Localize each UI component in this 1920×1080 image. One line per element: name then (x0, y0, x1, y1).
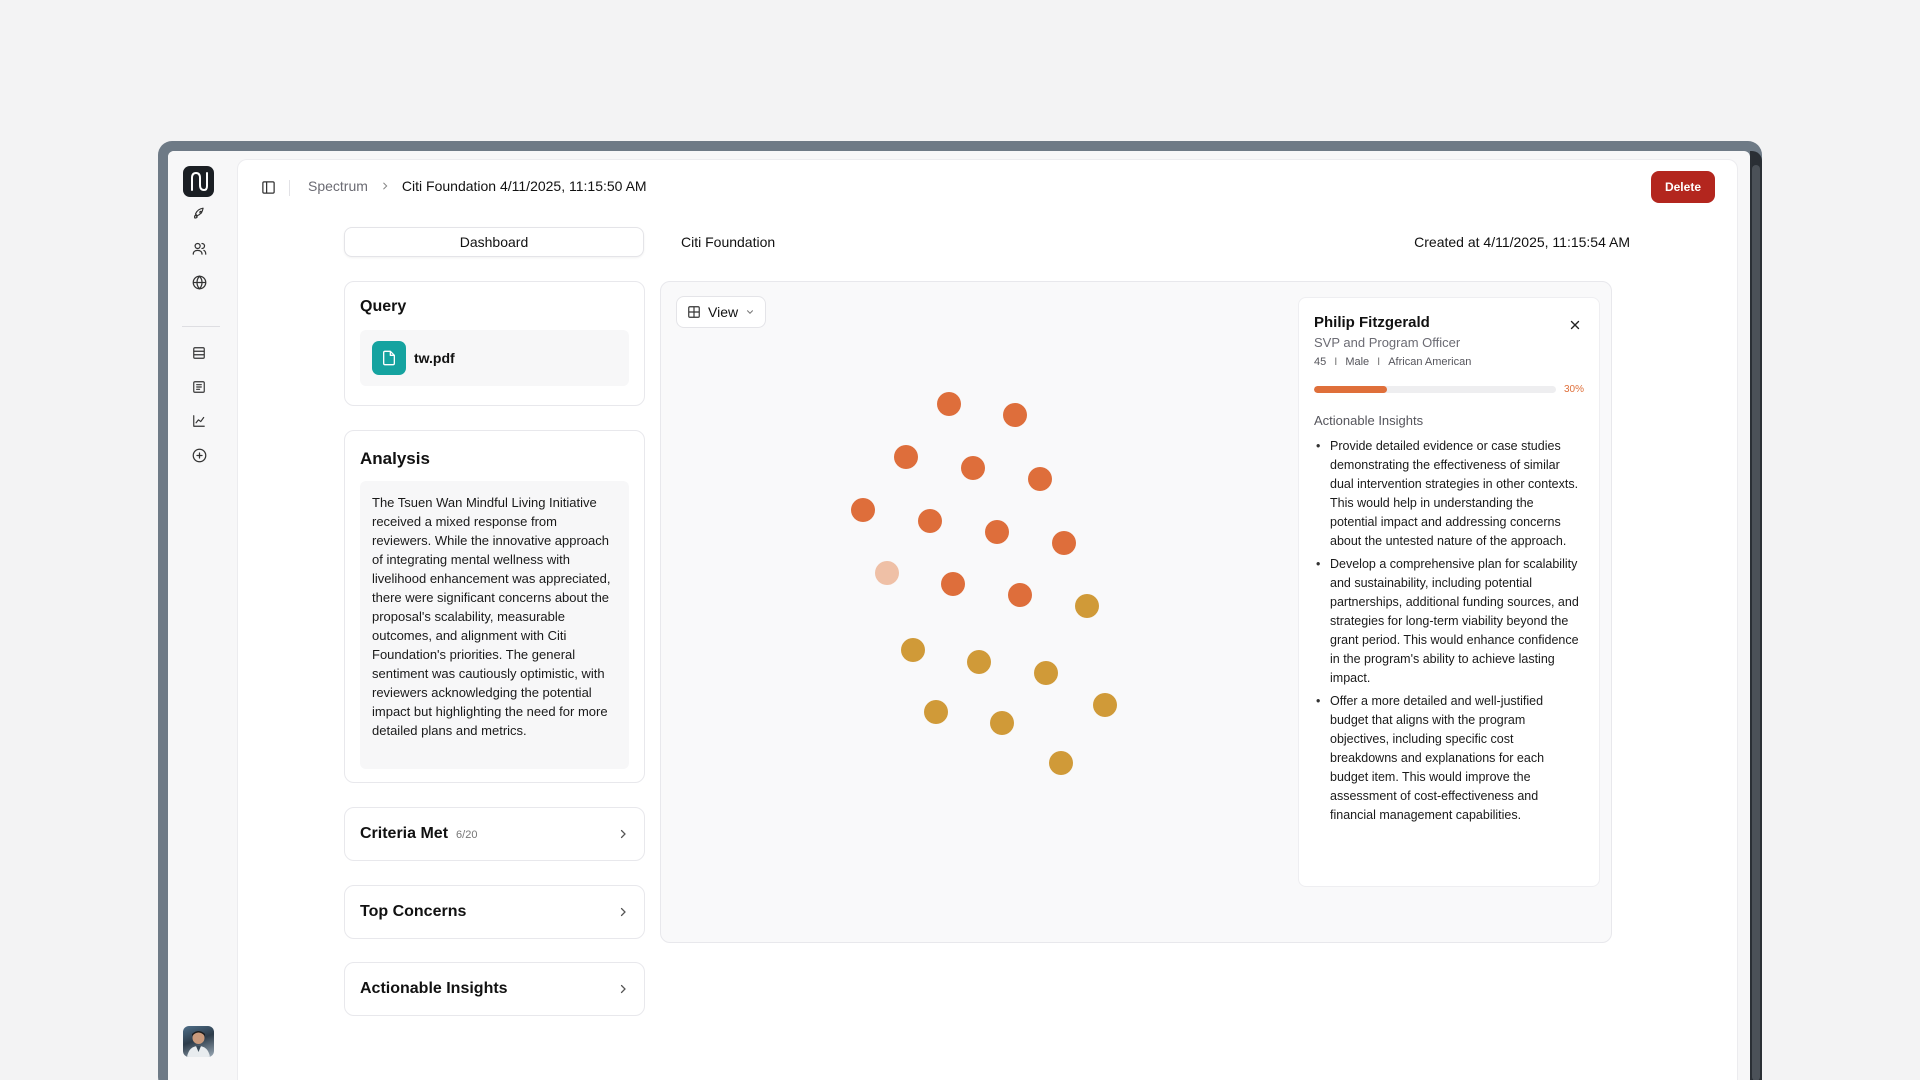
grid-icon (688, 306, 700, 318)
created-at-timestamp: Created at 4/11/2025, 11:15:54 AM (1414, 234, 1630, 250)
tab-dashboard[interactable]: Dashboard (344, 227, 644, 257)
top-concerns-label: Top Concerns (360, 903, 467, 920)
progress-track (1314, 386, 1556, 393)
breadcrumb-root[interactable]: Spectrum (308, 178, 368, 194)
reviewer-dot[interactable] (1003, 403, 1027, 427)
rail-divider (182, 326, 220, 327)
reviewer-dot[interactable] (1028, 467, 1052, 491)
insights-heading: Actionable Insights (1314, 413, 1424, 428)
reviewer-ethnicity: African American (1388, 356, 1472, 368)
organization-name: Citi Foundation (681, 234, 776, 250)
top-concerns-section[interactable]: Top Concerns (344, 885, 645, 939)
main-page: Spectrum Citi Foundation 4/11/2025, 11:1… (237, 159, 1738, 1080)
app-logo[interactable] (183, 166, 214, 197)
score-progress: 30% (1314, 384, 1584, 395)
rocket-icon[interactable] (189, 204, 209, 224)
reviewer-panel: View Philip Fitzgerald SVP and Program O… (660, 281, 1612, 943)
insight-item: Offer a more detailed and well-justified… (1314, 692, 1584, 825)
actionable-insights-label: Actionable Insights (360, 980, 508, 997)
analysis-title: Analysis (360, 449, 430, 468)
reviewer-dot[interactable] (967, 650, 991, 674)
file-icon (372, 341, 406, 375)
query-title: Query (360, 298, 407, 315)
delete-button[interactable]: Delete (1650, 171, 1715, 203)
reviewer-dot[interactable] (1049, 751, 1073, 775)
reviewer-dot[interactable] (1052, 531, 1076, 555)
document-icon[interactable] (189, 377, 209, 397)
criteria-met-label: Criteria Met (360, 825, 449, 842)
chevron-right-icon (617, 906, 629, 918)
breadcrumb-current: Citi Foundation 4/11/2025, 11:15:50 AM (401, 178, 647, 194)
view-button[interactable]: View (676, 296, 767, 328)
reviewer-dot[interactable] (937, 392, 961, 416)
logo-icon (191, 171, 208, 192)
topbar-divider (289, 180, 290, 196)
analysis-text: The Tsuen Wan Mindful Living Initiative … (360, 481, 629, 769)
scrollbar[interactable] (1750, 151, 1762, 1080)
reviewer-demographics: 45 I Male I African American (1314, 356, 1584, 368)
reviewer-dot[interactable] (924, 700, 948, 724)
reviewer-dot[interactable] (985, 520, 1009, 544)
topbar: Spectrum Citi Foundation 4/11/2025, 11:1… (238, 160, 1737, 216)
meta-separator: I (1377, 356, 1381, 368)
reviewer-dot[interactable] (1008, 583, 1032, 607)
app-window: Spectrum Citi Foundation 4/11/2025, 11:1… (158, 141, 1762, 1080)
reviewer-scatter (851, 392, 1117, 775)
reviewer-dot[interactable] (918, 509, 942, 533)
sidebar-toggle-icon[interactable] (258, 177, 278, 197)
reviewer-dot[interactable] (1093, 693, 1117, 717)
reviewer-dot-selected[interactable] (875, 561, 899, 585)
chart-icon[interactable] (189, 411, 209, 431)
reviewer-dot[interactable] (901, 638, 925, 662)
chevron-right-icon (380, 181, 390, 191)
avatar-image (187, 1031, 210, 1057)
reviewer-dot[interactable] (894, 445, 918, 469)
view-button-label: View (708, 304, 739, 320)
reviewer-dot[interactable] (990, 711, 1014, 735)
reviewer-name: Philip Fitzgerald (1314, 314, 1430, 331)
breadcrumb: Spectrum Citi Foundation 4/11/2025, 11:1… (308, 178, 647, 194)
meta-separator: I (1334, 356, 1338, 368)
avatar[interactable] (183, 1026, 214, 1057)
chevron-right-icon (617, 983, 629, 995)
insight-item: Develop a comprehensive plan for scalabi… (1314, 555, 1584, 688)
file-name: tw.pdf (414, 350, 455, 366)
reviewer-dot[interactable] (961, 456, 985, 480)
database-icon[interactable] (189, 343, 209, 363)
reviewer-dot[interactable] (851, 498, 875, 522)
plus-circle-icon[interactable] (189, 445, 209, 465)
globe-icon[interactable] (189, 272, 209, 292)
close-icon[interactable] (1566, 316, 1584, 334)
users-icon[interactable] (189, 238, 209, 258)
reviewer-age: 45 (1314, 356, 1327, 368)
reviewer-gender: Male (1345, 356, 1370, 368)
icon-rail (168, 151, 234, 1080)
query-card: Query tw.pdf (344, 281, 645, 406)
reviewer-role: SVP and Program Officer (1314, 335, 1461, 350)
analysis-card: Analysis The Tsuen Wan Mindful Living In… (344, 430, 645, 783)
app-surface: Spectrum Citi Foundation 4/11/2025, 11:1… (168, 151, 1750, 1080)
reviewer-dot[interactable] (1034, 661, 1058, 685)
criteria-met-count: 6/20 (456, 829, 478, 841)
insights-list: Provide detailed evidence or case studie… (1314, 437, 1584, 825)
criteria-met-section[interactable]: Criteria Met 6/20 (344, 807, 645, 861)
scrollbar-thumb[interactable] (1752, 165, 1760, 1080)
reviewer-detail-card: Philip Fitzgerald SVP and Program Office… (1298, 297, 1600, 887)
actionable-insights-section[interactable]: Actionable Insights (344, 962, 645, 1016)
chevron-down-icon (747, 310, 754, 314)
progress-label: 30% (1563, 384, 1584, 395)
insight-item: Provide detailed evidence or case studie… (1314, 437, 1584, 551)
progress-fill (1314, 386, 1387, 393)
file-attachment[interactable]: tw.pdf (360, 330, 629, 386)
reviewer-dot[interactable] (1075, 594, 1099, 618)
chevron-right-icon (617, 828, 629, 840)
reviewer-dot[interactable] (941, 572, 965, 596)
